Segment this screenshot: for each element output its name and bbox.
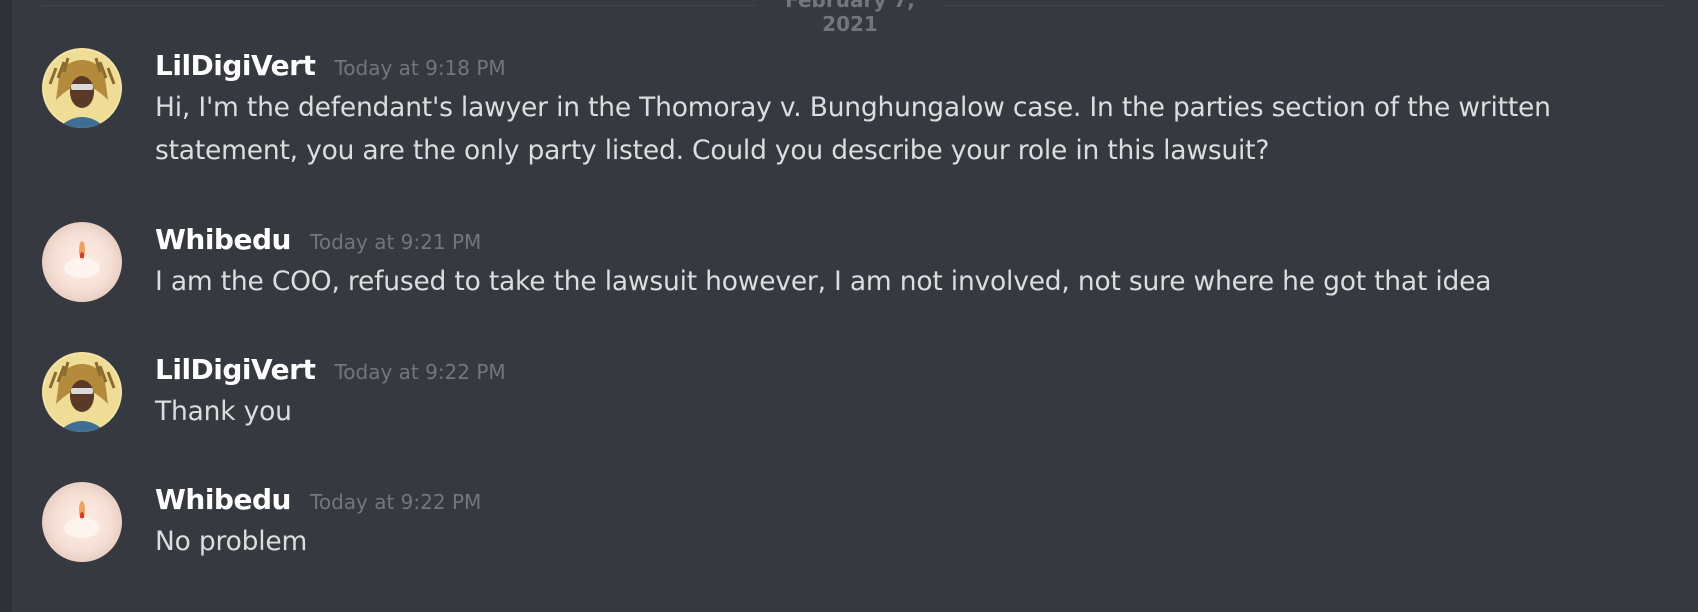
message-timestamp[interactable]: Today at 9:18 PM [334,56,505,80]
candle-flame-avatar-icon [42,482,122,562]
message-content: No problem [155,526,308,557]
person-with-dreadlocks-avatar-icon [42,48,122,128]
message-body: LilDigiVert Today at 9:18 PM Hi, I'm the… [155,48,1635,172]
date-divider-line-right [944,5,1666,6]
message-body: LilDigiVert Today at 9:22 PM Thank you [155,352,1635,433]
message-content: Thank you [155,396,292,427]
user-avatar-whibedu[interactable] [42,482,122,562]
user-avatar-lildigivert[interactable] [42,352,122,432]
username[interactable]: Whibedu [155,223,291,256]
username[interactable]: Whibedu [155,483,291,516]
user-avatar-whibedu[interactable] [42,222,122,302]
message-header: LilDigiVert Today at 9:22 PM [155,352,1635,388]
person-with-dreadlocks-avatar-icon [42,352,122,432]
username[interactable]: LilDigiVert [155,353,316,386]
message-body: Whibedu Today at 9:21 PM I am the COO, r… [155,222,1635,303]
message-content: Hi, I'm the defendant's lawyer in the Th… [155,92,1551,166]
message-timestamp[interactable]: Today at 9:21 PM [310,230,481,254]
channel-left-edge [0,0,12,612]
message-content: I am the COO, refused to take the lawsui… [155,266,1492,297]
date-divider-line-left [42,5,756,6]
message-timestamp[interactable]: Today at 9:22 PM [310,490,481,514]
message-header: Whibedu Today at 9:22 PM [155,482,1635,518]
message-header: LilDigiVert Today at 9:18 PM [155,48,1635,84]
message-body: Whibedu Today at 9:22 PM No problem [155,482,1635,563]
username[interactable]: LilDigiVert [155,49,316,82]
date-divider: February 7, 2021 [42,0,1666,36]
message-timestamp[interactable]: Today at 9:22 PM [334,360,505,384]
user-avatar-lildigivert[interactable] [42,48,122,128]
candle-flame-avatar-icon [42,222,122,302]
message-header: Whibedu Today at 9:21 PM [155,222,1635,258]
date-divider-label: February 7, 2021 [785,0,915,36]
